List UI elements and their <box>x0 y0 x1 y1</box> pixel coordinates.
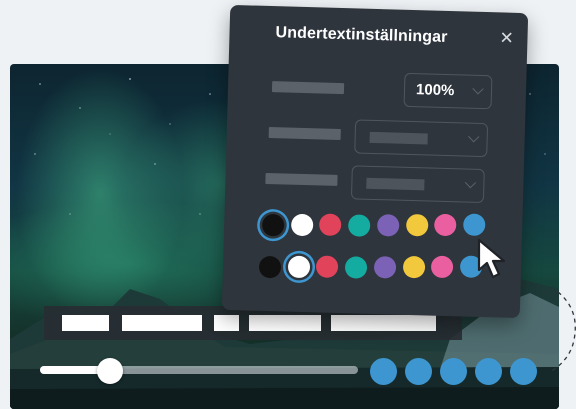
color-swatch[interactable] <box>319 213 342 237</box>
color-swatch[interactable] <box>402 255 425 279</box>
subtitle-word <box>214 315 239 331</box>
color-swatch[interactable] <box>430 255 454 279</box>
subtitle-word <box>62 315 109 331</box>
color-swatch[interactable] <box>344 255 368 279</box>
control-button-icon[interactable] <box>440 358 467 385</box>
color-swatch[interactable] <box>376 213 400 237</box>
panel-title: Undertextinställningar <box>275 24 448 46</box>
control-button-icon[interactable] <box>510 358 537 385</box>
color-swatch[interactable] <box>373 255 397 279</box>
setting-select[interactable] <box>350 165 485 204</box>
control-button-icon[interactable] <box>370 358 397 385</box>
color-swatch[interactable] <box>316 255 339 279</box>
progress-handle[interactable] <box>96 358 123 384</box>
color-swatch[interactable] <box>434 213 457 237</box>
subtitle-word <box>331 315 436 331</box>
select-value-placeholder <box>366 177 425 191</box>
color-swatch[interactable] <box>405 213 429 237</box>
chevron-down-icon <box>472 83 484 95</box>
select-value-placeholder <box>369 131 428 145</box>
dashed-connector <box>549 291 576 373</box>
mouse-pointer-icon <box>477 238 506 279</box>
subtitle-word <box>122 315 202 331</box>
setting-select[interactable] <box>354 119 489 158</box>
color-swatch[interactable] <box>287 255 311 279</box>
text-color-swatches <box>230 5 528 237</box>
color-swatch[interactable] <box>261 213 285 237</box>
size-select-value: 100% <box>415 81 455 100</box>
setting-label <box>271 81 345 95</box>
control-button-icon[interactable] <box>475 358 502 385</box>
chevron-down-icon <box>468 131 480 143</box>
close-icon[interactable]: ✕ <box>499 28 514 47</box>
color-swatch[interactable] <box>348 213 371 237</box>
size-select[interactable]: 100% <box>403 72 493 110</box>
control-button-icon[interactable] <box>405 358 432 385</box>
subtitle-word <box>249 315 321 331</box>
chevron-down-icon <box>464 177 477 189</box>
setting-label <box>268 127 341 141</box>
background-color-swatches <box>230 5 528 279</box>
setting-label <box>265 172 338 186</box>
color-swatch[interactable] <box>290 213 314 237</box>
color-swatch[interactable] <box>462 213 486 237</box>
color-swatch[interactable] <box>258 255 282 279</box>
